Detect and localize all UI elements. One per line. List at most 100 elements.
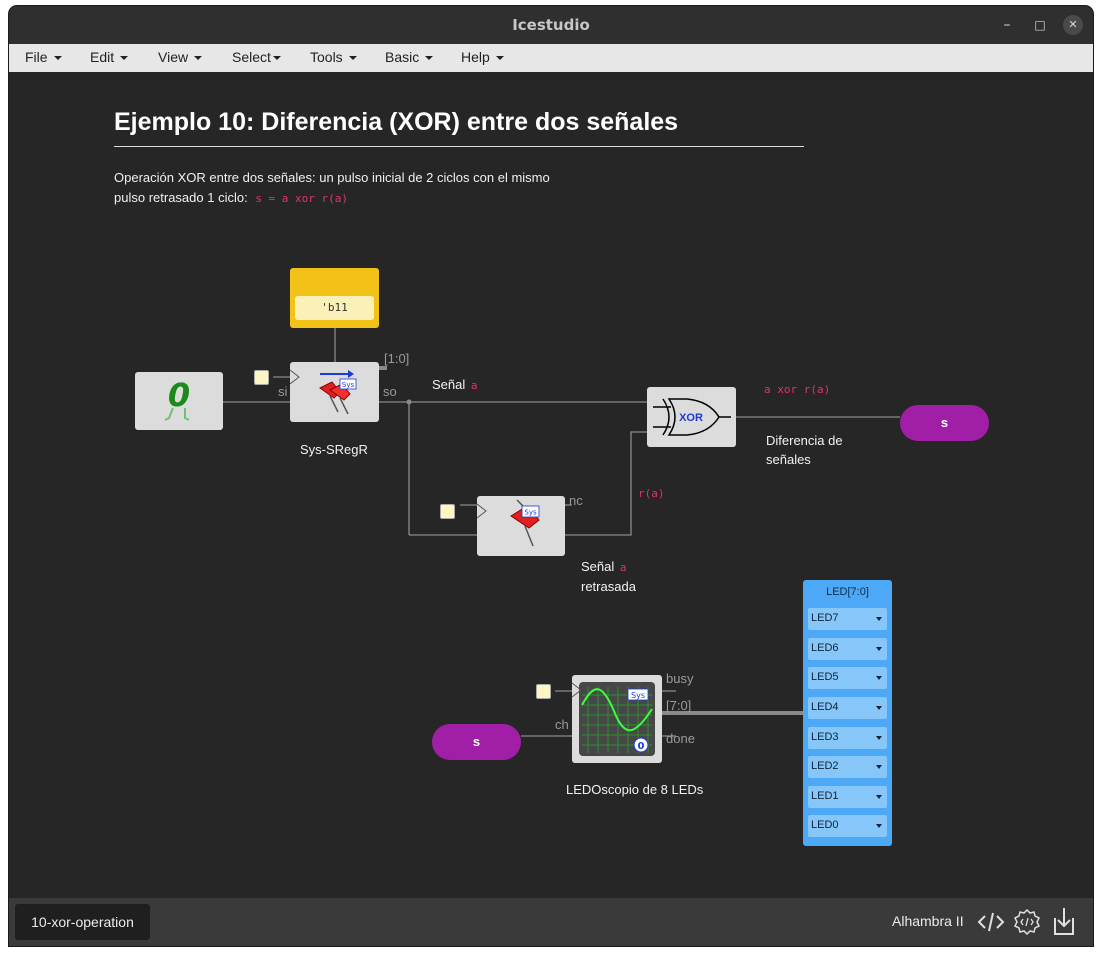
port-si: si: [278, 384, 288, 399]
led-select[interactable]: LED4: [808, 697, 887, 719]
signal-a-label: Señal a: [432, 375, 478, 395]
constant-block[interactable]: 'b11: [290, 268, 379, 328]
menu-select[interactable]: Select: [232, 49, 281, 65]
led-select-label: LED6: [811, 642, 839, 654]
led-select[interactable]: LED1: [808, 786, 887, 808]
delayed-signal-label: Señal a retrasada: [581, 557, 636, 596]
menu-tools[interactable]: Tools: [310, 49, 357, 65]
chevron-down-icon: [194, 56, 203, 61]
diff-label-2: señales: [766, 452, 811, 467]
build-settings-icon[interactable]: [1013, 908, 1041, 936]
chevron-down-icon: [53, 56, 62, 61]
diff-label-1: Diferencia de: [766, 433, 843, 448]
minimize-button[interactable]: –: [997, 15, 1017, 35]
signal-a-code: a: [470, 379, 478, 392]
code-view-icon[interactable]: [977, 911, 1005, 933]
port-range: [1:0]: [384, 351, 410, 366]
chevron-down-icon: [876, 765, 882, 769]
port-bus: [7:0]: [666, 698, 692, 713]
chevron-down-icon: [876, 795, 882, 799]
chevron-down-icon: [272, 56, 281, 61]
clock-input[interactable]: [440, 504, 455, 519]
delayed-label-2: retrasada: [581, 579, 636, 594]
led-select-label: LED0: [811, 819, 839, 831]
project-tab[interactable]: 10-xor-operation: [15, 904, 150, 940]
scope-label: LEDOscopio de 8 LEDs: [566, 782, 704, 797]
led-select[interactable]: LED3: [808, 727, 887, 749]
svg-text:Sys: Sys: [524, 509, 537, 517]
window-title: Icestudio: [512, 16, 590, 34]
menu-edit[interactable]: Edit: [90, 49, 129, 65]
menu-basic[interactable]: Basic: [385, 49, 434, 65]
chevron-down-icon: [120, 56, 129, 61]
chevron-down-icon: [876, 824, 882, 828]
menu-view[interactable]: View: [158, 49, 203, 65]
menu-basic-label: Basic: [385, 49, 420, 65]
menu-help-label: Help: [461, 49, 490, 65]
chevron-down-icon: [425, 56, 434, 61]
pushpin-icon: Sys: [476, 499, 540, 547]
led-select[interactable]: LED5: [808, 667, 887, 689]
port-ch: ch: [555, 717, 569, 732]
chevron-down-icon: [876, 647, 882, 651]
wires: [223, 328, 900, 737]
output-s-block[interactable]: s: [900, 405, 989, 441]
menu-tools-label: Tools: [310, 49, 343, 65]
svg-text:Sys: Sys: [631, 691, 645, 700]
port-so: so: [383, 384, 397, 399]
sys-sregr-block[interactable]: Sys: [289, 362, 379, 422]
menu-view-label: View: [158, 49, 189, 65]
upload-download-icon[interactable]: [1051, 906, 1077, 938]
chevron-down-icon: [876, 676, 882, 680]
svg-text:XOR: XOR: [679, 412, 703, 424]
led-select-label: LED2: [811, 760, 839, 772]
app-window: Icestudio – □ ✕ File Edit View Select To…: [9, 6, 1093, 946]
led-select[interactable]: LED0: [808, 815, 887, 837]
board-name[interactable]: Alhambra II: [892, 913, 964, 929]
sregr-label: Sys-SRegR: [300, 442, 368, 457]
delay-register-block[interactable]: Sys: [476, 496, 565, 556]
close-button[interactable]: ✕: [1063, 15, 1083, 35]
pulse-input-block[interactable]: 0: [135, 372, 223, 430]
led-panel-title: LED[7:0]: [826, 586, 869, 598]
ledoscope-block[interactable]: Sys 0: [571, 675, 662, 763]
zero-pulse-icon: 0: [164, 376, 190, 421]
port-nc: nc: [569, 493, 583, 508]
led-select-label: LED4: [811, 701, 839, 713]
clock-input[interactable]: [536, 684, 551, 699]
svg-text:0: 0: [168, 376, 190, 414]
xor-gate-icon: XOR: [653, 398, 731, 436]
menu-bar: File Edit View Select Tools Basic Help: [9, 44, 1093, 72]
led-select-label: LED3: [811, 731, 839, 743]
led-output-panel[interactable]: LED[7:0] LED7 LED6 LED5 LED4 LED3 LED2 L…: [803, 580, 892, 846]
led-select[interactable]: LED2: [808, 756, 887, 778]
led-select-label: LED7: [811, 612, 839, 624]
xor-gate-block[interactable]: XOR: [647, 387, 736, 447]
clock-input[interactable]: [254, 370, 269, 385]
port-done: done: [666, 731, 695, 746]
menu-file[interactable]: File: [25, 49, 62, 65]
oscilloscope-icon: Sys 0: [571, 682, 655, 756]
delayed-label-1: Señal: [581, 559, 615, 574]
constant-value[interactable]: 'b11: [295, 296, 374, 320]
led-select[interactable]: LED6: [808, 638, 887, 660]
input-s-block[interactable]: s: [432, 724, 521, 760]
chevron-down-icon: [876, 706, 882, 710]
bottom-bar: 10-xor-operation Alhambra II: [9, 898, 1093, 946]
svg-text:Sys: Sys: [342, 381, 355, 389]
menu-help[interactable]: Help: [461, 49, 504, 65]
shift-register-pushpin-icon: Sys: [289, 369, 357, 415]
chevron-down-icon: [876, 736, 882, 740]
maximize-button[interactable]: □: [1030, 15, 1050, 35]
menu-edit-label: Edit: [90, 49, 115, 65]
ra-code: r(a): [638, 487, 665, 500]
port-busy: busy: [666, 671, 694, 686]
chevron-down-icon: [876, 617, 882, 621]
signal-a-text: Señal: [432, 377, 466, 392]
delayed-code: a: [619, 561, 627, 574]
led-select-label: LED5: [811, 671, 839, 683]
design-canvas[interactable]: Ejemplo 10: Diferencia (XOR) entre dos s…: [9, 72, 1093, 898]
diff-label: Diferencia de señales: [766, 431, 843, 469]
svg-text:0: 0: [638, 741, 645, 752]
led-select[interactable]: LED7: [808, 608, 887, 630]
